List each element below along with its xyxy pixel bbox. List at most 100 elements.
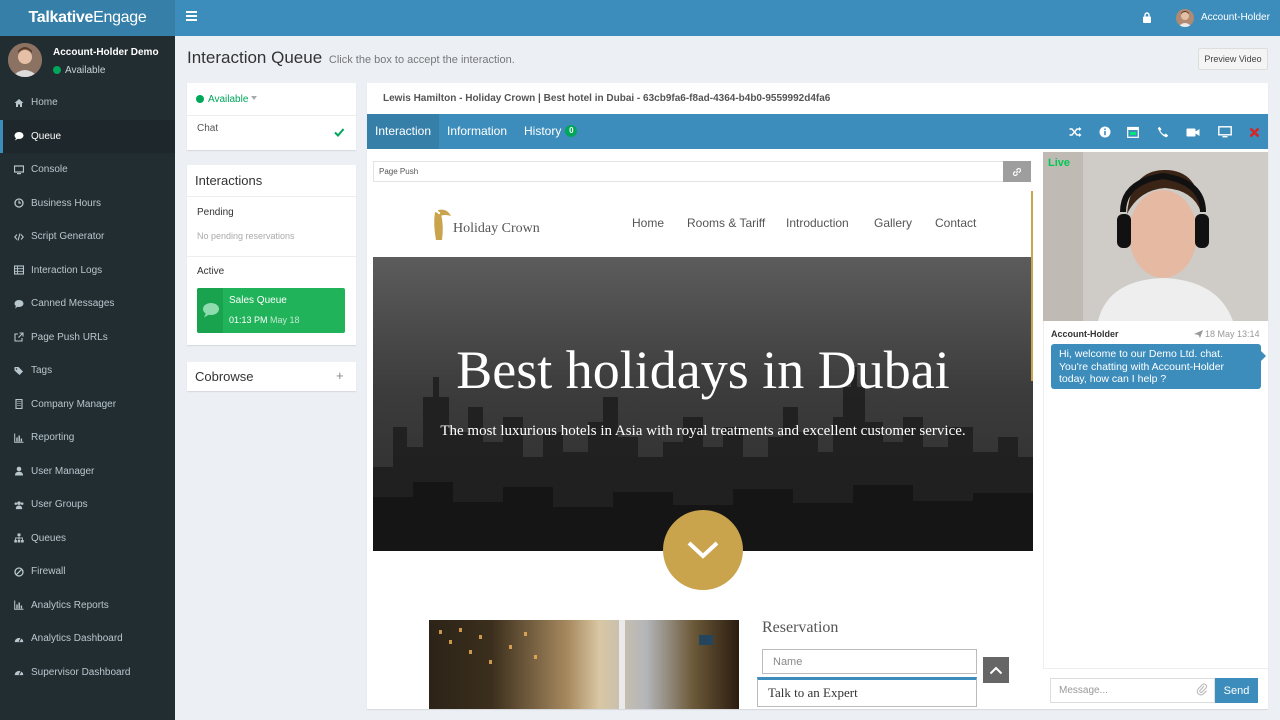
pending-empty-text: No pending reservations [197, 231, 295, 241]
sidebar-item-script-generator[interactable]: Script Generator [0, 220, 175, 254]
user-avatar[interactable] [1176, 9, 1194, 27]
scroll-down-button[interactable] [663, 510, 743, 590]
status-dropdown-text: Available [208, 94, 249, 105]
send-button[interactable]: Send [1215, 678, 1258, 703]
page-title: Interaction Queue Click the box to accep… [187, 48, 515, 68]
message-sender: Account-Holder [1051, 329, 1119, 339]
sidebar-item-label: User Groups [31, 499, 88, 511]
sidebar-toggle-icon[interactable] [186, 11, 197, 25]
sidebar-item-analytics-dashboard[interactable]: Analytics Dashboard [0, 622, 175, 656]
history-count-badge: 0 [565, 125, 578, 137]
sidebar-item-console[interactable]: Console [0, 153, 175, 187]
site-nav-contact[interactable]: Contact [935, 216, 976, 230]
close-icon[interactable] [1247, 125, 1261, 139]
tab-history[interactable]: History 0 [524, 124, 578, 138]
city-skyline-image [373, 367, 1033, 551]
clock-icon [14, 198, 24, 208]
page-push-input[interactable]: Page Push [373, 161, 1010, 182]
tab-history-label: History [524, 124, 562, 138]
sidebar-item-queues[interactable]: Queues [0, 522, 175, 556]
message-input[interactable]: Message... [1050, 678, 1215, 703]
available-dot [196, 95, 204, 103]
lock-icon[interactable] [1142, 12, 1152, 23]
site-scrollbar[interactable] [1031, 191, 1033, 381]
reservation-name-input[interactable]: Name [762, 649, 977, 674]
sidebar-item-firewall[interactable]: Firewall [0, 555, 175, 589]
sidebar-item-home[interactable]: Home [0, 86, 175, 120]
status-dropdown[interactable]: Available [196, 94, 258, 105]
calendar-icon[interactable] [1126, 125, 1140, 139]
site-hero: Best holidays in Dubai The most luxuriou… [373, 257, 1033, 551]
sidebar-item-supervisor-dashboard[interactable]: Supervisor Dashboard [0, 656, 175, 690]
sidebar-item-user-groups[interactable]: User Groups [0, 488, 175, 522]
sidebar-item-label: Page Push URLs [31, 331, 108, 343]
checkmark-icon[interactable] [334, 127, 344, 137]
active-interaction-card[interactable]: Sales Queue 01:13 PM May 18 [197, 288, 345, 333]
sidebar-item-label: Canned Messages [31, 298, 115, 310]
chat-compose: Message... Send [1043, 668, 1268, 709]
sidebar-item-label: Interaction Logs [31, 264, 103, 276]
sidebar-item-label: Home [31, 97, 58, 109]
card-time: 01:13 PM [229, 315, 268, 325]
app-logo[interactable]: Talkative Engage [0, 0, 175, 36]
sidebar-item-canned-messages[interactable]: Canned Messages [0, 287, 175, 321]
paperclip-icon[interactable] [1196, 682, 1208, 696]
scroll-to-top-button[interactable] [983, 657, 1009, 683]
active-label: Active [197, 266, 225, 277]
sidebar-item-label: Console [31, 164, 68, 176]
transfer-icon[interactable] [1068, 125, 1082, 139]
phone-icon[interactable] [1156, 125, 1170, 139]
site-navbar: Holiday Crown Home Rooms & Tariff Introd… [373, 191, 1033, 257]
info-icon[interactable] [1098, 125, 1112, 139]
sidebar-item-company-manager[interactable]: Company Manager [0, 388, 175, 422]
sidebar-item-analytics-reports[interactable]: Analytics Reports [0, 589, 175, 623]
hero-subtitle: The most luxurious hotels in Asia with r… [440, 423, 966, 439]
sidebar-item-queue[interactable]: Queue [0, 119, 175, 153]
online-status-dot [53, 66, 61, 74]
sidebar-user-status: Available [53, 65, 105, 76]
sidebar-user-panel: Account-Holder Demo Available [0, 36, 175, 86]
talk-to-expert-button[interactable]: Talk to an Expert [757, 677, 977, 707]
bar-chart-icon [14, 600, 24, 611]
tags-icon [14, 366, 24, 376]
site-nav-gallery[interactable]: Gallery [874, 216, 912, 230]
sidebar: Account-Holder Demo Available Home Queue… [0, 36, 175, 720]
interaction-title: Lewis Hamilton - Holiday Crown | Best ho… [383, 93, 831, 104]
top-user-name[interactable]: Account-Holder [1201, 12, 1270, 23]
tab-interaction[interactable]: Interaction [367, 114, 440, 149]
site-nav-rooms[interactable]: Rooms & Tariff [687, 216, 765, 230]
screen-share-icon[interactable] [1218, 125, 1232, 139]
site-brand-name: Holiday Crown [453, 221, 540, 236]
sidebar-item-label: User Manager [31, 465, 95, 477]
site-nav-home[interactable]: Home [632, 216, 664, 230]
page-title-text: Interaction Queue [187, 48, 323, 67]
chevron-down-icon [687, 541, 719, 559]
dashboard-icon [14, 634, 24, 644]
chevron-up-icon [989, 666, 1003, 674]
video-camera-icon[interactable] [1186, 125, 1200, 139]
page-push-link-button[interactable] [1003, 161, 1031, 182]
sidebar-item-business-hours[interactable]: Business Hours [0, 187, 175, 221]
cobrowse-box[interactable]: Cobrowse + [187, 362, 356, 391]
sidebar-item-interaction-logs[interactable]: Interaction Logs [0, 254, 175, 288]
tab-information[interactable]: Information [447, 124, 507, 138]
sitemap-icon [14, 533, 24, 543]
message-timestamp: 18 May 13:14 [1194, 329, 1260, 339]
sidebar-item-reporting[interactable]: Reporting [0, 421, 175, 455]
site-nav-introduction[interactable]: Introduction [786, 216, 849, 230]
sidebar-item-tags[interactable]: Tags [0, 354, 175, 388]
video-person-image [1043, 152, 1268, 321]
divider [187, 115, 356, 116]
cobrowse-website-frame[interactable]: Holiday Crown Home Rooms & Tariff Introd… [373, 191, 1033, 709]
page-push-label: Page Push [379, 167, 419, 176]
expand-plus-icon[interactable]: + [336, 368, 344, 383]
sidebar-item-label: Reporting [31, 432, 75, 444]
sidebar-item-page-push-urls[interactable]: Page Push URLs [0, 321, 175, 355]
sidebar-item-label: Queues [31, 532, 67, 544]
preview-video-button[interactable]: Preview Video [1198, 48, 1268, 70]
home-icon [14, 98, 24, 108]
sidebar-item-label: Company Manager [31, 398, 117, 410]
logo-bold-text: Talkative [28, 9, 94, 26]
live-indicator: Live [1048, 157, 1071, 169]
sidebar-item-user-manager[interactable]: User Manager [0, 455, 175, 489]
